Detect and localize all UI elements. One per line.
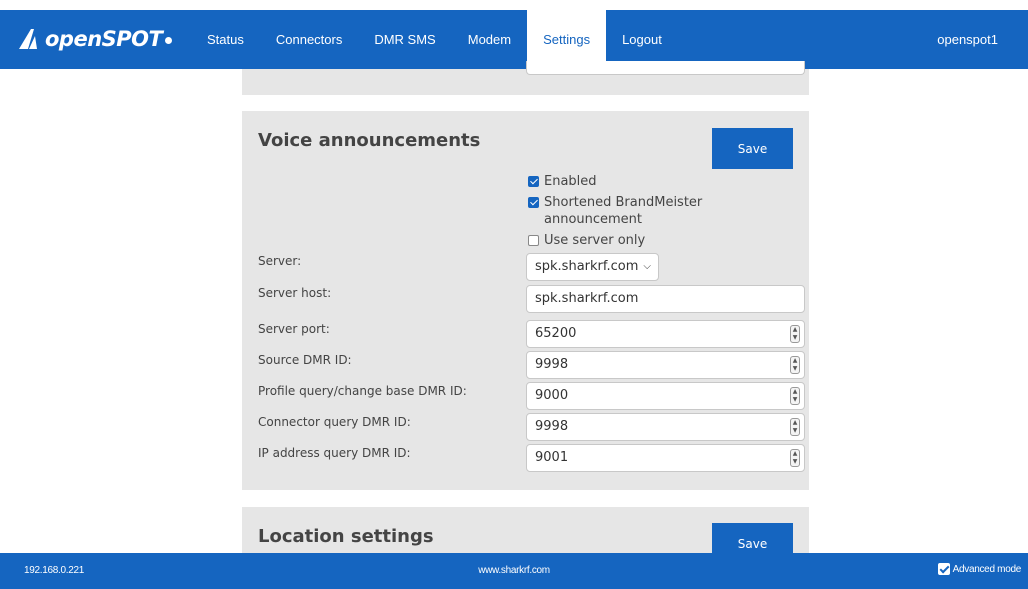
server-port-label: Server port: (258, 322, 330, 336)
server-only-label: Use server only (544, 233, 646, 248)
server-port-input[interactable]: 65200 ▲ ▼ (526, 320, 805, 348)
profile-dmr-id-input[interactable]: 9000 ▲ ▼ (526, 382, 805, 410)
save-button[interactable]: Save (712, 128, 793, 169)
ip-dmr-id-value: 9001 (535, 450, 569, 465)
advanced-mode-checkbox[interactable] (937, 563, 950, 575)
stepper-icon[interactable]: ▲ ▼ (790, 325, 800, 343)
server-host-label: Server host: (258, 286, 332, 300)
advanced-mode-label: Advanced mode (952, 563, 1022, 575)
shortened-label: Shortened BrandMeister announcement (544, 195, 703, 227)
brand-dot-icon (165, 36, 173, 44)
source-dmr-id-label: Source DMR ID: (258, 353, 352, 367)
previous-settings-panel (242, 61, 809, 95)
nav-item-status[interactable]: Status (191, 10, 260, 69)
ip-dmr-id-label: IP address query DMR ID: (258, 446, 411, 460)
top-navbar: openSPOT Status Connectors DMR SMS Modem… (0, 10, 1028, 69)
server-select-value: spk.sharkrf.com (535, 259, 639, 274)
connector-dmr-id-value: 9998 (535, 419, 569, 434)
panel-title: Voice announcements (258, 130, 481, 151)
shark-fin-icon (19, 29, 37, 49)
nav-user-name: openspot1 (937, 32, 998, 47)
brand-logo[interactable]: openSPOT (17, 24, 173, 54)
save-button[interactable]: Save (712, 523, 793, 553)
enabled-checkbox-row[interactable]: Enabled (528, 173, 744, 190)
stepper-icon[interactable]: ▲ ▼ (790, 387, 800, 405)
connector-dmr-id-label: Connector query DMR ID: (258, 415, 411, 429)
voice-options: Enabled Shortened BrandMeister announcem… (528, 173, 744, 253)
shortened-checkbox[interactable] (528, 197, 539, 208)
nav-item-connectors[interactable]: Connectors (260, 10, 358, 69)
profile-dmr-id-label: Profile query/change base DMR ID: (258, 384, 467, 398)
advanced-mode-toggle[interactable]: Advanced mode (937, 563, 1022, 575)
server-select[interactable]: spk.sharkrf.com ⌵ (526, 253, 659, 281)
location-settings-panel: Location settings Save (242, 507, 809, 553)
nav-item-modem[interactable]: Modem (452, 10, 527, 69)
source-dmr-id-value: 9998 (535, 357, 569, 372)
stepper-icon[interactable]: ▲ ▼ (790, 356, 800, 374)
source-dmr-id-input[interactable]: 9998 ▲ ▼ (526, 351, 805, 379)
footer-bar: 192.168.0.221 www.sharkrf.com Advanced m… (0, 553, 1028, 589)
chevron-down-icon: ⌵ (643, 261, 651, 272)
footer-site-link[interactable]: www.sharkrf.com (0, 565, 1028, 576)
ip-dmr-id-input[interactable]: 9001 ▲ ▼ (526, 444, 805, 472)
server-label: Server: (258, 254, 302, 268)
stepper-icon[interactable]: ▲ ▼ (790, 449, 800, 467)
panel-title: Location settings (258, 526, 434, 547)
brand-name: openSPOT (45, 27, 163, 51)
shortened-checkbox-row[interactable]: Shortened BrandMeister announcement (528, 194, 744, 228)
enabled-label: Enabled (544, 174, 597, 189)
nav-item-dmr-sms[interactable]: DMR SMS (358, 10, 451, 69)
enabled-checkbox[interactable] (528, 176, 539, 187)
server-host-input[interactable]: spk.sharkrf.com (526, 285, 805, 313)
server-port-value: 65200 (535, 326, 577, 341)
connector-dmr-id-input[interactable]: 9998 ▲ ▼ (526, 413, 805, 441)
previous-panel-input[interactable] (526, 61, 805, 75)
server-only-checkbox-row[interactable]: Use server only (528, 232, 744, 249)
profile-dmr-id-value: 9000 (535, 388, 569, 403)
voice-announcements-panel: Voice announcements Save Enabled Shorten… (242, 111, 809, 490)
stepper-icon[interactable]: ▲ ▼ (790, 418, 800, 436)
server-only-checkbox[interactable] (528, 235, 539, 246)
